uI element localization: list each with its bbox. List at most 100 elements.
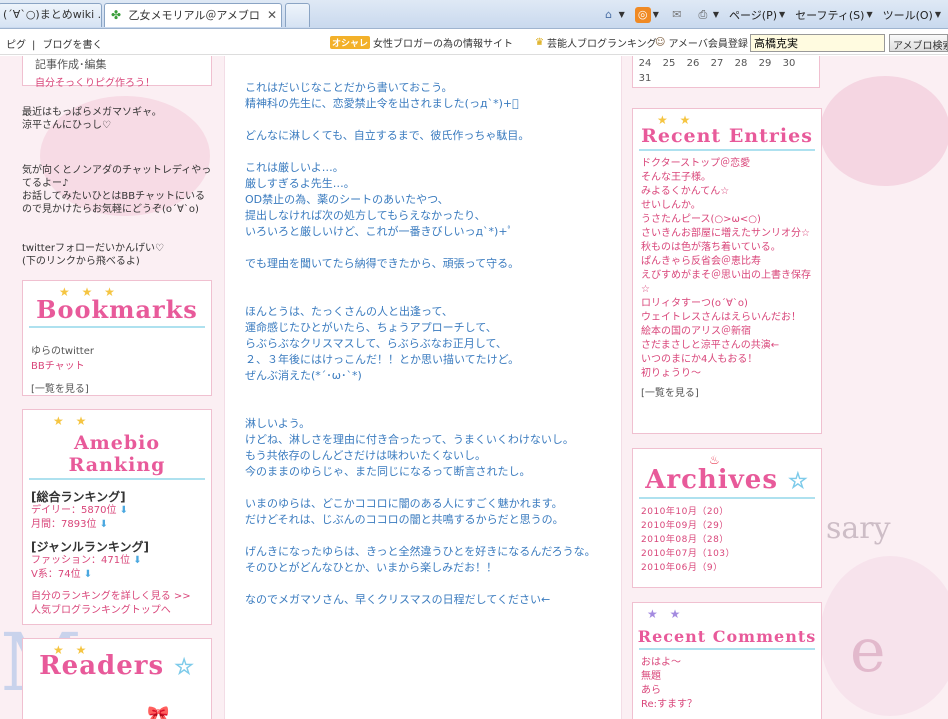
entry-link[interactable]: 秋ものは色が落ち着いている。 — [641, 241, 813, 255]
edit-article-link[interactable]: 記事作成･編集 — [35, 56, 211, 72]
title-underline — [639, 497, 815, 499]
ranking-title: Amebio Ranking — [68, 432, 166, 476]
ranking-detail-link[interactable]: 自分のランキングを詳しく見る >> — [31, 590, 203, 604]
entry-link[interactable]: 絵本の国のアリス＠新宿 — [641, 325, 813, 339]
bookmarks-widget: ★ ★ ★ Bookmarks ゆらのtwitter BBチャット [一覧を見る… — [22, 280, 212, 396]
entry-link[interactable]: いつのまにか4人もおる！ — [641, 353, 813, 367]
post-paragraph: いまのゆらは、どこかココロに闇のある人にすごく魅かれます。 だけどそれは、じぶん… — [245, 497, 564, 526]
printer-icon: ⎙ — [698, 7, 708, 21]
ameba-header-links: ピグ | ブログを書く — [6, 40, 103, 51]
archive-link[interactable]: 2010年10月（20） — [641, 505, 813, 519]
down-arrow-icon: ⬇ — [133, 555, 142, 566]
sidebar-message: twitterフォローだいかんげい♡ (下のリンクから飛べるよ) — [22, 243, 164, 267]
calendar-day: 26 — [686, 58, 700, 69]
recent-entries-list: ドクターストップ＠恋愛 そんな王子様。 みよるくかんてん☆ せいしんか。 うさた… — [633, 157, 821, 401]
close-tab-icon[interactable]: ✕ — [267, 4, 277, 26]
member-register-link[interactable]: ☺ アメーバ会員登録 — [655, 35, 748, 50]
celebrity-ranking-link[interactable]: ♛ 芸能人ブログランキング — [535, 35, 657, 50]
entry-link[interactable]: ドクターストップ＠恋愛 — [641, 157, 813, 171]
calendar-day: 24 — [638, 58, 652, 69]
mail-button[interactable]: ✉ — [666, 5, 688, 25]
post-paragraph: なのでメガマソさん、早くクリスマスの日程だしてください← — [245, 593, 551, 606]
entry-link[interactable]: えびすめがまそ＠思い出の上書き保存☆ — [641, 269, 813, 297]
bookmarks-more-link[interactable]: [一覧を見る] — [31, 380, 203, 395]
vkei-rank: V系：74位 ⬇ — [31, 569, 93, 580]
calendar-day: 27 — [710, 58, 724, 69]
entry-link[interactable]: みよるくかんてん☆ — [641, 185, 813, 199]
oshare-badge: オシャレ — [330, 36, 371, 49]
post-paragraph: これはだいじなことだから書いておこう。 精神科の先生に、恋愛禁止令を出されました… — [245, 81, 519, 110]
entry-link[interactable]: うさたんピース(○>ω<○) — [641, 213, 813, 227]
entry-link[interactable]: そんな王子様。 — [641, 171, 813, 185]
search-input[interactable] — [750, 34, 885, 52]
print-button[interactable]: ⎙ ▼ — [692, 5, 722, 25]
post-body: これはだいじなことだから書いておこう。 精神科の先生に、恋愛禁止令を出されました… — [245, 80, 605, 624]
calendar-day: 28 — [734, 58, 748, 69]
down-arrow-icon: ⬇ — [83, 569, 93, 580]
post-paragraph: どんなに淋しくても、自立するまで、彼氏作っちゃ駄目。 — [245, 129, 530, 142]
stars-decoration: ★ ★ — [53, 643, 91, 657]
archive-link[interactable]: 2010年09月（29） — [641, 519, 813, 533]
rss-icon: ◎ — [634, 6, 651, 23]
women-blogger-link[interactable]: オシャレ 女性ブロガーの為の情報サイト — [330, 35, 513, 50]
fashion-rank: ファッション：471位 ⬇ — [31, 555, 142, 566]
star-outline-icon: ☆ — [788, 468, 809, 494]
comment-link[interactable]: Re:すます？ — [641, 698, 813, 712]
new-tab-button[interactable] — [285, 3, 310, 27]
mail-icon: ✉ — [672, 7, 682, 21]
archives-widget: ♨ Archives ☆ 2010年10月（20） 2010年09月（29） 2… — [632, 448, 822, 588]
profile-widget: 記事作成･編集 自分そっくりピグ作ろう！ — [22, 56, 212, 89]
daily-rank: デイリー：5870位 ⬇ — [31, 505, 129, 516]
entry-link[interactable]: さだまさしと涼平さんの共演← — [641, 339, 813, 353]
ranking-top-link[interactable]: 人気ブログランキングトップへ — [31, 604, 203, 618]
recent-entries-title: Recent Entries — [641, 125, 813, 147]
entries-more-link[interactable]: [一覧を見る] — [641, 387, 813, 401]
entry-link[interactable]: せいしんか。 — [641, 199, 813, 213]
pigg-link[interactable]: ピグ — [6, 40, 26, 51]
archive-link[interactable]: 2010年08月（28） — [641, 533, 813, 547]
calendar-row: 31 — [633, 71, 819, 86]
post-paragraph: これは厳しいよ…。 厳しすぎるよ先生…。 OD禁止の為、薬のシートのあいたやつ、… — [245, 161, 514, 238]
safety-menu[interactable]: セーフティ(S) ▼ — [792, 5, 875, 25]
archive-link[interactable]: 2010年07月（103） — [641, 547, 813, 561]
sidebar-message: 最近はもっぱらメガマソギャ。 涼平さんにひっし♡ — [22, 107, 162, 131]
entry-link[interactable]: ウェイトレスさんはえらいんだお！ — [641, 311, 813, 325]
post-paragraph: 淋しいよう。 けどね、淋しさを理由に付き合ったって、うまくいくわけないし。 もう… — [245, 417, 574, 478]
tab-otome-memorial[interactable]: ✤ 乙女メモリアル＠アメブロ ✕ — [104, 3, 282, 27]
home-button[interactable]: ⌂ ▼ — [598, 5, 628, 25]
post-paragraph: でも理由を聞いてたら納得できたから、頑張って守る。 — [245, 257, 520, 270]
stars-decoration: ★ ★ ★ — [59, 285, 119, 299]
command-bar: ⌂ ▼ ◎ ▼ ✉ ⎙ ▼ ページ(P) ▼ セーフティ(S) ▼ ツール(O) ▼ — [598, 0, 948, 29]
candle-decoration: ♨ — [709, 453, 724, 467]
recent-entries-widget: ★ ★ Recent Entries ドクターストップ＠恋愛 そんな王子様。 み… — [632, 108, 822, 434]
calendar-day: 29 — [758, 58, 772, 69]
tools-menu[interactable]: ツール(O) ▼ — [880, 5, 944, 25]
genre-ranking-heading: [ジャンルランキング] — [31, 540, 150, 554]
left-sidebar: 記事作成･編集 自分そっくりピグ作ろう！ 最近はもっぱらメガマソギャ。 涼平さん… — [0, 56, 224, 719]
write-blog-link[interactable]: ブログを書く — [43, 40, 103, 51]
comment-link[interactable]: 無題 — [641, 670, 813, 684]
down-arrow-icon: ⬇ — [119, 505, 129, 516]
sidebar-message: 気が向くとノンアダのチャットレディやってるよー♪ お話してみたいひとはBBチャッ… — [22, 165, 212, 215]
archive-link[interactable]: 2010年06月（9） — [641, 561, 813, 575]
make-pigg-link[interactable]: 自分そっくりピグ作ろう！ — [35, 74, 211, 89]
ameba-header: ピグ | ブログを書く オシャレ 女性ブロガーの為の情報サイト ♛ 芸能人ブログラ… — [0, 30, 948, 55]
calendar-row: 24 25 26 27 28 29 30 — [633, 56, 819, 71]
archives-list: 2010年10月（20） 2010年09月（29） 2010年08月（28） 2… — [633, 505, 821, 575]
feeds-button[interactable]: ◎ ▼ — [632, 5, 662, 25]
entry-link[interactable]: ぱんきゃら反省会＠恵比寿 — [641, 255, 813, 269]
recent-comments-list: おはよ～ 無題 あら Re:すます？ — [633, 656, 821, 712]
hello-kitty-bow-icon: 🎀 — [147, 705, 170, 719]
bookmark-link[interactable]: ゆらのtwitter — [31, 342, 203, 357]
entry-link[interactable]: さいきんお部屋に増えたサンリオ分☆ — [641, 227, 813, 241]
bookmark-link[interactable]: BBチャット — [31, 357, 203, 372]
comment-link[interactable]: あら — [641, 684, 813, 698]
tab-matome-wiki[interactable]: (´∀`○)まとめwiki ... — [0, 3, 102, 27]
calendar-widget: 24 25 26 27 28 29 30 31 — [632, 56, 820, 88]
post-content-area: これはだいじなことだから書いておこう。 精神科の先生に、恋愛禁止令を出されました… — [224, 56, 622, 719]
comment-link[interactable]: おはよ～ — [641, 656, 813, 670]
entry-link[interactable]: ロリィタすーつ(o´∀`o) — [641, 297, 813, 311]
page-menu[interactable]: ページ(P) ▼ — [726, 5, 788, 25]
entry-link[interactable]: 初りょうり～ — [641, 367, 813, 381]
search-button[interactable]: アメブロ検索 — [889, 34, 948, 52]
